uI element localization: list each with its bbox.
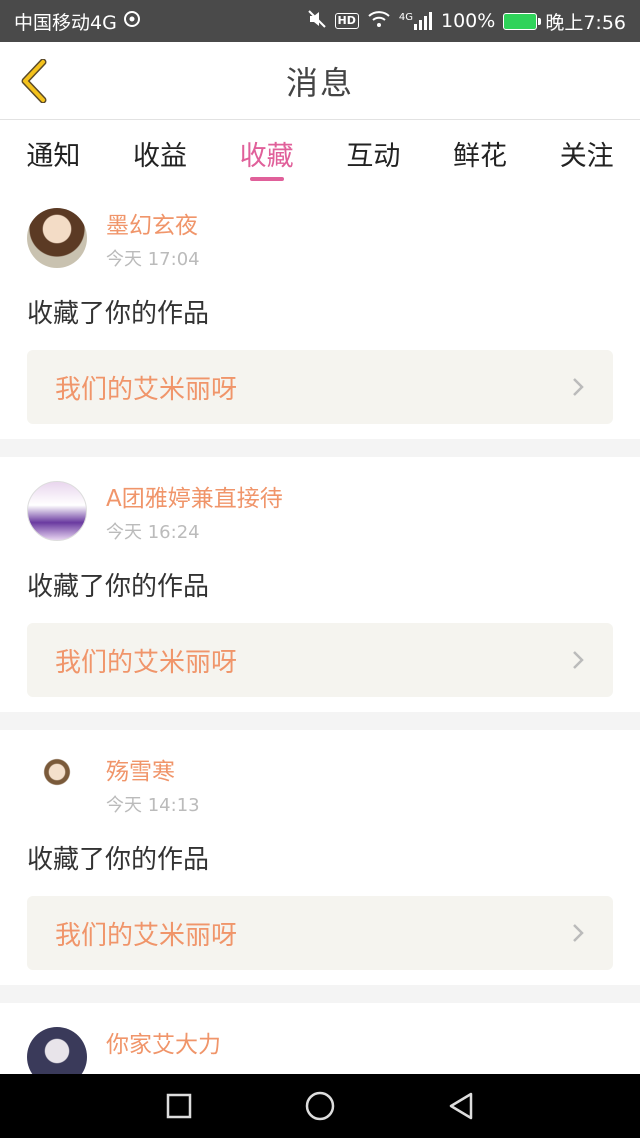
tab-favorites[interactable]: 收藏: [213, 120, 320, 184]
list-item: A团雅婷兼直接待 今天 16:24 收藏了你的作品 我们的艾米丽呀: [0, 457, 640, 712]
list-item: 墨幻玄夜 今天 17:04 收藏了你的作品 我们的艾米丽呀: [0, 184, 640, 439]
system-nav-bar: [0, 1074, 640, 1138]
action-text: 收藏了你的作品: [27, 845, 210, 875]
list-item: 殇雪寒 今天 14:13 收藏了你的作品 我们的艾米丽呀: [0, 730, 640, 985]
tab-bar: 通知 收益 收藏 互动 鲜花 关注: [0, 120, 640, 184]
signal-icon: 4G: [399, 12, 433, 30]
back-button[interactable]: [14, 56, 54, 106]
avatar[interactable]: [27, 754, 87, 814]
battery-percent: 100%: [441, 10, 496, 32]
back-chevron-icon: [21, 59, 47, 103]
clock: 晚上7:56: [545, 11, 626, 34]
wifi-icon: [367, 10, 391, 33]
carrier-label: 中国移动4G: [14, 11, 117, 34]
username[interactable]: A团雅婷兼直接待: [106, 484, 283, 514]
battery-icon: [503, 12, 542, 30]
tab-interaction[interactable]: 互动: [320, 120, 427, 184]
back-icon[interactable]: [447, 1091, 475, 1121]
hd-badge: HD: [334, 13, 359, 29]
tab-notice[interactable]: 通知: [0, 120, 107, 184]
timestamp: 今天 16:24: [106, 522, 200, 543]
page-title: 消息: [285, 63, 354, 102]
notification-list: 墨幻玄夜 今天 17:04 收藏了你的作品 我们的艾米丽呀 A团雅婷兼直接待 今…: [0, 184, 640, 1138]
timestamp: 今天 17:04: [106, 249, 200, 270]
username[interactable]: 殇雪寒: [106, 757, 200, 787]
chevron-right-icon: [573, 924, 584, 942]
status-bar: 中国移动4G HD 4G 100% 晚上7:56: [0, 0, 640, 42]
work-link[interactable]: 我们的艾米丽呀: [27, 623, 613, 697]
sync-icon: [123, 10, 141, 33]
timestamp: 今天 14:13: [106, 795, 200, 816]
chevron-right-icon: [573, 651, 584, 669]
work-link[interactable]: 我们的艾米丽呀: [27, 350, 613, 424]
home-icon[interactable]: [304, 1090, 336, 1122]
work-title: 我们的艾米丽呀: [55, 374, 238, 405]
network-type-label: 4G: [398, 12, 413, 23]
username[interactable]: 墨幻玄夜: [106, 211, 200, 241]
recent-apps-icon[interactable]: [165, 1092, 193, 1120]
chevron-right-icon: [573, 378, 584, 396]
work-link[interactable]: 我们的艾米丽呀: [27, 896, 613, 970]
mute-icon: [307, 9, 327, 34]
avatar[interactable]: [27, 481, 87, 541]
work-title: 我们的艾米丽呀: [55, 920, 238, 951]
work-title: 我们的艾米丽呀: [55, 647, 238, 678]
tab-earnings[interactable]: 收益: [107, 120, 214, 184]
tab-flowers[interactable]: 鲜花: [427, 120, 534, 184]
tab-follow[interactable]: 关注: [533, 120, 640, 184]
avatar[interactable]: [27, 208, 87, 268]
username[interactable]: 你家艾大力: [106, 1030, 221, 1060]
header: 消息: [0, 42, 640, 120]
action-text: 收藏了你的作品: [27, 299, 210, 329]
action-text: 收藏了你的作品: [27, 572, 210, 602]
